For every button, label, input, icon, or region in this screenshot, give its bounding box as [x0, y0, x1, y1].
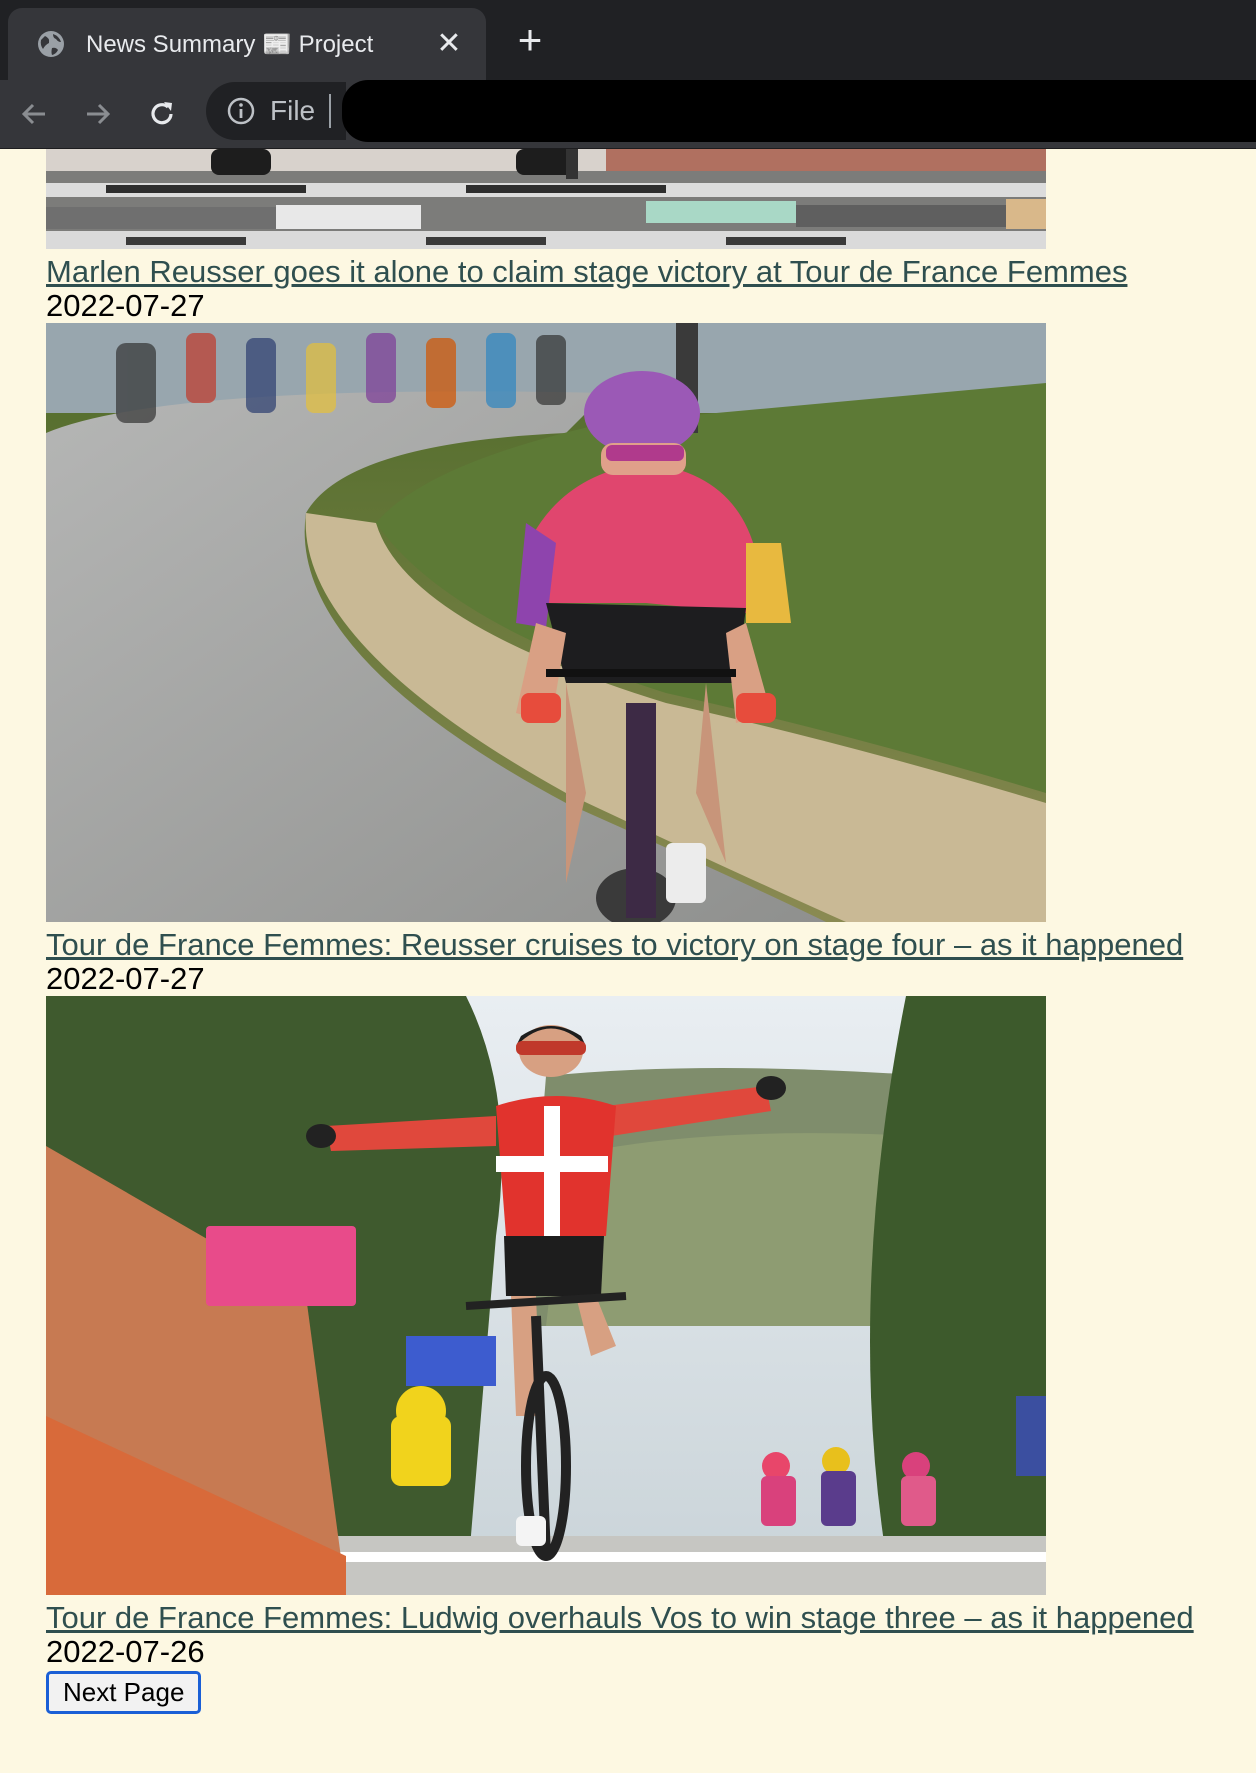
next-page-button[interactable]: Next Page [46, 1671, 202, 1714]
new-tab-button[interactable]: + [512, 19, 548, 61]
article-date: 2022-07-27 [46, 288, 205, 323]
article-headline-link[interactable]: Marlen Reusser goes it alone to claim st… [46, 255, 1246, 289]
info-icon [227, 97, 255, 125]
arrow-right-icon [87, 103, 111, 125]
back-button[interactable] [14, 94, 54, 134]
news-list: Marlen Reusser goes it alone to claim st… [46, 149, 1246, 1714]
article-image [46, 996, 1046, 1595]
reload-button[interactable] [142, 94, 182, 134]
article-image [46, 149, 1046, 249]
address-bar[interactable] [342, 80, 1256, 142]
site-info-area[interactable]: File [206, 82, 346, 140]
close-tab-icon[interactable]: ✕ [434, 29, 464, 59]
article-date: 2022-07-26 [46, 1634, 205, 1669]
browser-tab[interactable]: News Summary 📰 Project ✕ [8, 8, 486, 80]
article-image [46, 323, 1046, 922]
reload-icon [151, 102, 173, 125]
article-date: 2022-07-27 [46, 961, 205, 996]
tab-title: News Summary 📰 Project [86, 30, 374, 58]
omnibox-separator [329, 94, 332, 128]
article-headline-link[interactable]: Tour de France Femmes: Ludwig overhauls … [46, 1601, 1246, 1635]
forward-button[interactable] [78, 94, 118, 134]
browser-toolbar: File [0, 80, 1256, 149]
tab-strip: News Summary 📰 Project ✕ + [0, 0, 1256, 80]
article-headline-link[interactable]: Tour de France Femmes: Reusser cruises t… [46, 928, 1246, 962]
arrow-left-icon [21, 103, 45, 125]
file-scheme-label: File [270, 95, 316, 126]
globe-icon [38, 31, 64, 57]
